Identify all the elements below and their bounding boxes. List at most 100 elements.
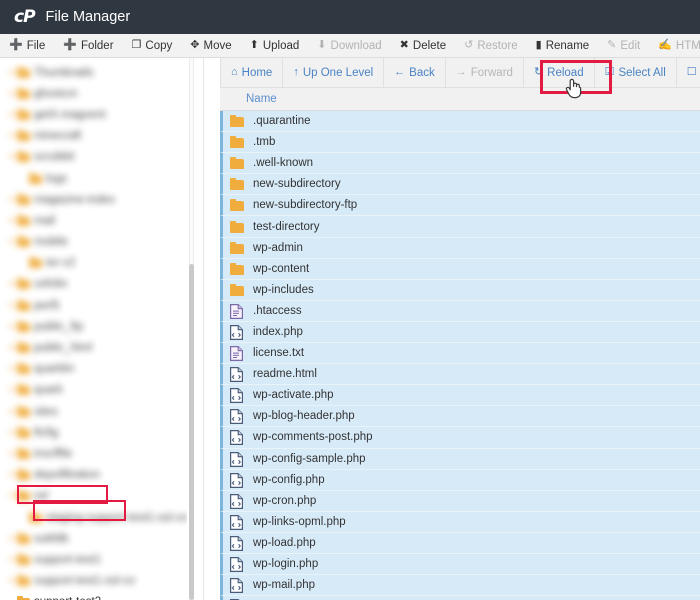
nav-button-back[interactable]: ← Back (384, 58, 446, 87)
sidebar-tree-item-redacted[interactable]: + subfdb (6, 528, 203, 549)
sidebar-tree-item-redacted[interactable]: ter-v2 (6, 253, 203, 274)
table-row[interactable]: license.txt (220, 343, 700, 365)
table-row[interactable] (220, 596, 700, 600)
file-name[interactable]: wp-links-opml.php (253, 516, 346, 528)
file-name[interactable]: .quarantine (253, 115, 311, 127)
nav-button-home[interactable]: ⌂ Home (220, 58, 284, 87)
expand-toggle-icon[interactable]: + (6, 363, 17, 375)
sidebar-tree-item-redacted[interactable]: + mobile (6, 232, 203, 253)
sidebar-tree-item-redacted[interactable]: + usfolio (6, 274, 203, 295)
table-row[interactable]: wp-comments-post.php (220, 427, 700, 449)
file-name[interactable]: wp-includes (253, 284, 314, 296)
expand-toggle-icon[interactable]: + (6, 427, 17, 439)
expand-toggle-icon[interactable]: + (6, 130, 17, 142)
nav-button-reload[interactable]: ↻ Reload (524, 58, 595, 87)
collapse-toggle-icon[interactable]: − (6, 596, 17, 600)
sidebar-tree-item-redacted[interactable]: + quarklin (6, 359, 203, 380)
sidebar-tree-item-redacted[interactable]: + magazine-index (6, 189, 203, 210)
table-row[interactable]: wp-includes (220, 279, 700, 301)
file-name[interactable]: wp-mail.php (253, 579, 315, 591)
expand-toggle-icon[interactable]: + (6, 448, 17, 460)
sidebar-tree-item-redacted[interactable]: + public_ftp (6, 316, 203, 337)
table-row[interactable]: new-subdirectory-ftp (220, 195, 700, 217)
expand-toggle-icon[interactable]: + (6, 88, 17, 100)
sidebar-tree-item-redacted[interactable]: + scrubbit (6, 147, 203, 168)
table-row[interactable]: wp-config-sample.php (220, 448, 700, 470)
sidebar-tree-item-redacted[interactable]: + ssl (6, 486, 203, 507)
table-row[interactable]: .tmb (220, 132, 700, 154)
file-name[interactable]: wp-load.php (253, 537, 316, 549)
nav-button-up-one-level[interactable]: ↑ Up One Level (283, 58, 385, 87)
expand-toggle-icon[interactable]: + (6, 236, 17, 248)
toolbar-button-rename[interactable]: ▮ Rename (527, 34, 599, 57)
expand-toggle-icon[interactable]: + (6, 342, 17, 354)
table-row[interactable]: wp-cron.php (220, 490, 700, 512)
file-name[interactable]: wp-config.php (253, 474, 325, 486)
table-row[interactable]: new-subdirectory (220, 174, 700, 196)
sidebar-tree-item-redacted[interactable]: + mail (6, 210, 203, 231)
directory-tree-sidebar[interactable]: + Thumbnails + ghostcm + getX-magvent + minecra… (0, 58, 203, 600)
sidebar-tree-item-redacted[interactable]: + perl5 (6, 295, 203, 316)
expand-toggle-icon[interactable]: + (6, 490, 17, 502)
column-header-name[interactable]: Name (220, 93, 277, 105)
sidebar-tree-item-redacted[interactable]: + inscffile (6, 443, 203, 464)
table-row[interactable]: wp-activate.php (220, 385, 700, 407)
expand-toggle-icon[interactable]: + (6, 67, 17, 79)
expand-toggle-icon[interactable]: + (6, 384, 17, 396)
file-name[interactable]: wp-blog-header.php (253, 410, 355, 422)
file-name[interactable]: new-subdirectory-ftp (253, 199, 357, 211)
file-name[interactable]: wp-admin (253, 242, 303, 254)
sidebar-tree-item-redacted[interactable]: + support-test1 (6, 549, 203, 570)
expand-toggle-icon[interactable]: + (6, 300, 17, 312)
sidebar-tree-item-redacted[interactable]: + depofiltration (6, 465, 203, 486)
expand-toggle-icon[interactable]: + (6, 215, 17, 227)
expand-toggle-icon[interactable]: + (6, 575, 17, 587)
nav-button-unselect-all[interactable]: ☐Unselect All (677, 58, 700, 87)
expand-toggle-icon[interactable]: + (6, 194, 17, 206)
sidebar-tree-item-redacted[interactable]: + public_html (6, 337, 203, 358)
table-row[interactable]: test-directory (220, 216, 700, 238)
sidebar-tree-item-redacted[interactable]: + sites (6, 401, 203, 422)
sidebar-tree-item-redacted[interactable]: + getX-magvent (6, 104, 203, 125)
expand-toggle-icon[interactable]: + (6, 321, 17, 333)
expand-toggle-icon[interactable]: + (6, 109, 17, 121)
table-row[interactable]: index.php (220, 321, 700, 344)
file-name[interactable]: wp-content (253, 263, 309, 275)
table-row[interactable]: .quarantine (220, 111, 700, 133)
table-row[interactable]: wp-load.php (220, 532, 700, 554)
sidebar-tree-item-redacted[interactable]: staging-support-test1-ssl-co (6, 507, 203, 528)
table-row[interactable]: wp-config.php (220, 469, 700, 491)
expand-toggle-icon[interactable]: + (6, 469, 17, 481)
file-name[interactable]: license.txt (253, 347, 304, 359)
table-row[interactable]: wp-links-opml.php (220, 511, 700, 533)
toolbar-button-delete[interactable]: ✖ Delete (391, 34, 455, 57)
sidebar-tree-item-redacted[interactable]: + minecraft (6, 126, 203, 147)
file-name[interactable]: .well-known (253, 157, 313, 169)
toolbar-button-upload[interactable]: ⬆ Upload (241, 34, 309, 57)
sidebar-tree-item-redacted[interactable]: logs (6, 168, 203, 189)
file-name[interactable]: test-directory (253, 221, 319, 233)
table-row[interactable]: .htaccess (220, 300, 700, 322)
table-row[interactable]: wp-admin (220, 237, 700, 259)
sidebar-tree-item-redacted[interactable]: + ghostcm (6, 83, 203, 104)
expand-toggle-icon[interactable]: + (6, 533, 17, 545)
table-row[interactable]: wp-login.php (220, 553, 700, 576)
file-name[interactable]: readme.html (253, 368, 317, 380)
file-name[interactable]: new-subdirectory (253, 178, 341, 190)
file-name[interactable]: .htaccess (253, 305, 302, 317)
file-name[interactable]: wp-comments-post.php (253, 431, 373, 443)
expand-toggle-icon[interactable]: + (6, 554, 17, 566)
toolbar-button-copy[interactable]: ❐ Copy (123, 34, 182, 57)
table-row[interactable]: .well-known (220, 153, 700, 175)
toolbar-button-folder[interactable]: ➕ Folder (54, 34, 122, 57)
table-row[interactable]: wp-mail.php (220, 575, 700, 597)
toolbar-button-move[interactable]: ✥ Move (181, 34, 240, 57)
sidebar-tree[interactable]: −support-test2−public_html.quarantine.tm… (0, 592, 203, 600)
sidebar-tree-item-redacted[interactable]: + ftcfig (6, 422, 203, 443)
sidebar-item-support-test2[interactable]: − support-test2 (6, 592, 203, 600)
expand-toggle-icon[interactable]: + (6, 151, 17, 163)
file-name[interactable]: wp-login.php (253, 558, 318, 570)
file-name[interactable]: .tmb (253, 136, 275, 148)
table-row[interactable]: wp-content (220, 258, 700, 280)
expand-toggle-icon[interactable]: + (6, 406, 17, 418)
